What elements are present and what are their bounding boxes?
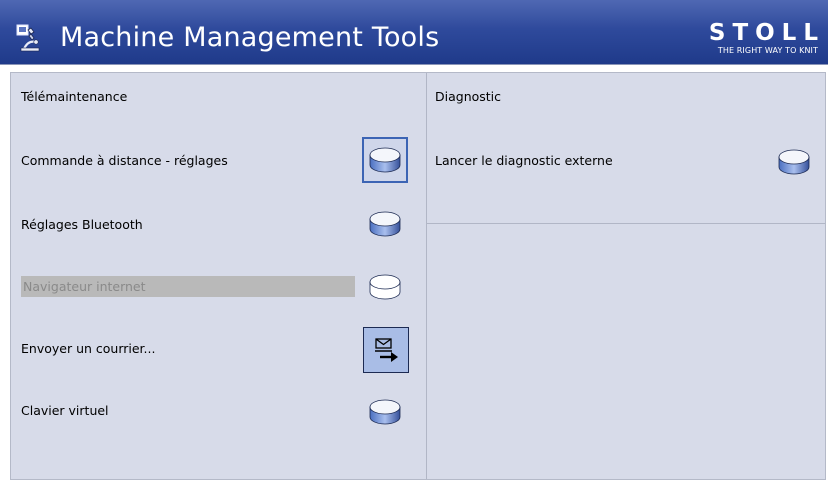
remote-control-settings-button[interactable] <box>362 137 408 183</box>
remote-control-settings-label: Commande à distance - réglages <box>21 153 228 168</box>
brand-logo: STOLL THE RIGHT WAY TO KNIT <box>709 21 818 56</box>
machine-management-window: Machine Management Tools STOLL THE RIGHT… <box>0 0 828 485</box>
bluetooth-settings-button[interactable] <box>362 201 408 247</box>
brand-name: STOLL <box>708 20 825 46</box>
internet-browser-label: Navigateur internet <box>21 276 355 297</box>
disc-icon <box>369 274 401 300</box>
microscope-icon <box>16 24 40 52</box>
send-mail-icon <box>375 338 398 362</box>
panel-divider-horizontal <box>427 223 825 224</box>
app-title: Machine Management Tools <box>60 22 440 53</box>
disc-icon <box>369 399 401 425</box>
internet-browser-button <box>362 264 408 310</box>
disc-icon <box>778 149 810 175</box>
external-diagnostic-label: Lancer le diagnostic externe <box>435 153 613 168</box>
send-mail-button[interactable] <box>363 327 409 373</box>
bluetooth-settings-label: Réglages Bluetooth <box>21 217 143 232</box>
title-bar: Machine Management Tools STOLL THE RIGHT… <box>0 0 828 65</box>
tools-panel: Télémaintenance Commande à distance - ré… <box>10 72 826 480</box>
send-mail-label: Envoyer un courrier... <box>21 341 156 356</box>
panel-divider-vertical <box>426 73 427 479</box>
brand-tagline: THE RIGHT WAY TO KNIT <box>717 46 818 55</box>
disc-icon <box>369 147 401 173</box>
section-title-telemaintenance: Télémaintenance <box>21 89 128 104</box>
section-title-diagnostic: Diagnostic <box>435 89 502 104</box>
external-diagnostic-button[interactable] <box>771 139 817 185</box>
virtual-keyboard-button[interactable] <box>362 389 408 435</box>
virtual-keyboard-label: Clavier virtuel <box>21 403 109 418</box>
disc-icon <box>369 211 401 237</box>
